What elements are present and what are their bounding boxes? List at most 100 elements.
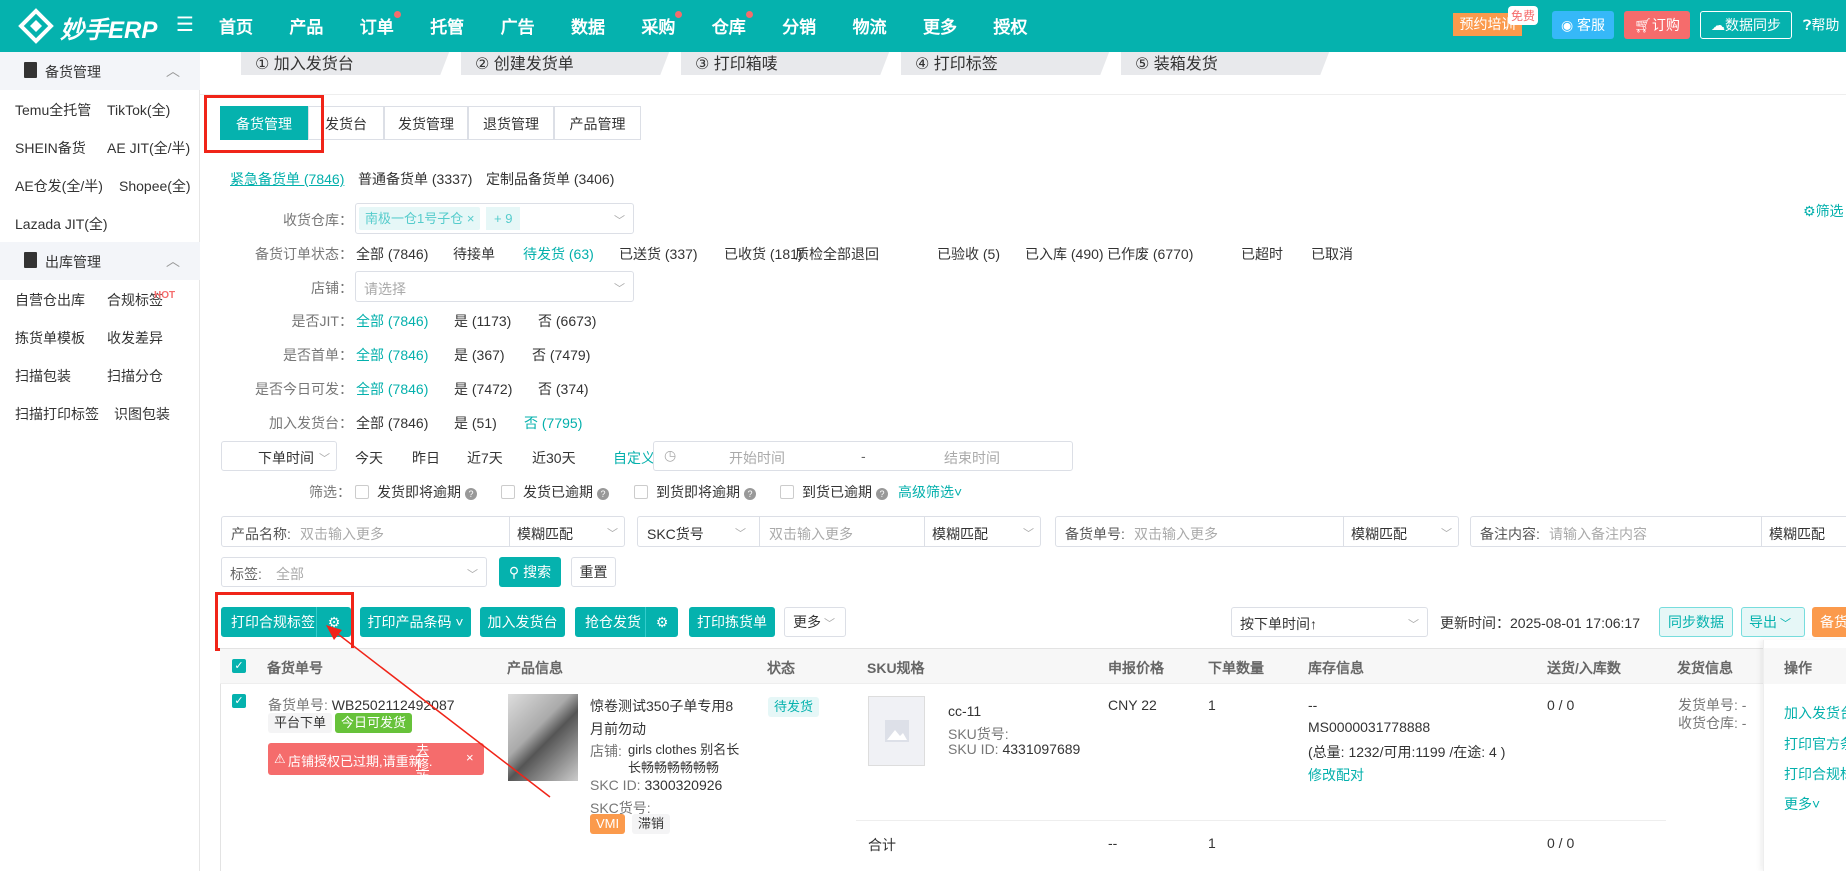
order-type-normal[interactable]: 普通备货单 (3337) xyxy=(358,169,472,189)
search-field[interactable]: 产品名称: 双击输入更多 模糊匹配 ﹀ xyxy=(221,516,625,547)
checkbox[interactable] xyxy=(355,485,369,499)
order-type-custom[interactable]: 定制品备货单 (3406) xyxy=(486,169,614,189)
filter-option-desk[interactable]: 是 (51) xyxy=(454,413,497,433)
match-select[interactable]: 模糊匹配 xyxy=(1769,524,1825,544)
filter-option-jit[interactable]: 全部 (7846) xyxy=(356,311,428,331)
nav-item[interactable]: 广告 xyxy=(501,13,535,38)
order-button[interactable]: 🛒︎订购 xyxy=(1624,11,1690,39)
screen-option[interactable]: 发货即将逾期? xyxy=(355,482,477,502)
sidebar-item[interactable]: Temu全托管 xyxy=(15,100,91,120)
nav-item[interactable]: 更多 xyxy=(923,13,957,38)
product-image[interactable] xyxy=(508,694,578,781)
tab-3[interactable]: 退货管理 xyxy=(468,106,554,140)
shop-select[interactable]: 请选择 ﹀ xyxy=(355,271,634,302)
stock-button[interactable]: 备货 xyxy=(1812,607,1846,637)
filter-option-first[interactable]: 全部 (7846) xyxy=(356,345,428,365)
reset-button[interactable]: 重置 xyxy=(571,557,616,587)
date-range-input[interactable]: ◷ 开始时间 - 结束时间 xyxy=(653,441,1073,471)
logo-text[interactable]: 妙手ERP xyxy=(60,10,157,45)
date-type-select[interactable]: 下单时间 ﹀ xyxy=(221,441,337,471)
row-checkbox[interactable]: ✓ xyxy=(232,694,246,708)
print-pick-button[interactable]: 打印拣货单 xyxy=(689,607,775,637)
screen-option[interactable]: 发货已逾期? xyxy=(501,482,609,502)
sidebar-item[interactable]: SHEIN备货 xyxy=(15,138,86,158)
filter-option-status[interactable]: 待发货 (63) xyxy=(523,244,594,264)
filter-option-status[interactable]: 已送货 (337) xyxy=(619,244,698,264)
filter-option-jit[interactable]: 否 (6673) xyxy=(538,311,596,331)
date-option[interactable]: 近30天 xyxy=(532,448,576,468)
gear-icon[interactable]: ⚙ xyxy=(645,607,678,637)
more-actions[interactable]: 更多˅ xyxy=(1784,794,1820,814)
sidebar-item[interactable]: AE仓发(全/半) xyxy=(15,176,103,196)
search-button[interactable]: ⚲ 搜索 xyxy=(499,557,561,587)
checkbox[interactable] xyxy=(501,485,515,499)
filter-option-desk[interactable]: 全部 (7846) xyxy=(356,413,428,433)
match-select[interactable]: 模糊匹配 xyxy=(517,524,573,544)
filter-settings-link[interactable]: ⚙筛选 xyxy=(1803,201,1844,221)
export-button[interactable]: 导出 ﹀ xyxy=(1741,607,1805,637)
filter-option-status[interactable]: 已作废 (6770) xyxy=(1107,244,1193,264)
nav-item[interactable]: 采购 xyxy=(641,11,683,38)
nav-item[interactable]: 托管 xyxy=(430,13,464,38)
edit-pairing-link[interactable]: 修改配对 xyxy=(1308,765,1364,785)
nav-item[interactable]: 首页 xyxy=(219,13,253,38)
data-sync-button[interactable]: ☁数据同步 xyxy=(1700,11,1792,39)
sidebar-item[interactable]: 拣货单模板 xyxy=(15,328,85,348)
filter-option-status[interactable]: 全部 (7846) xyxy=(356,244,428,264)
checkbox[interactable] xyxy=(780,485,794,499)
search-field-input[interactable]: 双击输入更多 xyxy=(1134,524,1218,544)
date-option[interactable]: 今天 xyxy=(355,448,383,468)
print-compliance-action[interactable]: 打印合规标 xyxy=(1784,764,1846,784)
more-button[interactable]: 更多 ﹀ xyxy=(784,607,846,637)
filter-option-desk[interactable]: 否 (7795) xyxy=(524,413,582,433)
date-option[interactable]: 近7天 xyxy=(467,448,503,468)
filter-option-status[interactable]: 已验收 (5) xyxy=(937,244,1000,264)
service-button[interactable]: ◉ 客服 xyxy=(1552,11,1614,39)
sidebar-group-1[interactable]: 出库管理 ︿ xyxy=(0,242,200,280)
filter-option-status[interactable]: 已收货 (181) xyxy=(724,244,803,264)
print-official-action[interactable]: 打印官方条 xyxy=(1784,734,1846,754)
fix-link[interactable]: 去修改 xyxy=(416,744,440,786)
sidebar-item[interactable]: 扫描包装 xyxy=(15,366,71,386)
sidebar-item[interactable]: 识图包装 xyxy=(114,404,170,424)
sidebar-item[interactable]: 扫描打印标签 xyxy=(15,404,99,424)
skc-field-select[interactable]: SKC货号 xyxy=(647,524,704,544)
sidebar-item[interactable]: 收发差异 xyxy=(107,328,163,348)
filter-option-status[interactable]: 已超时 xyxy=(1241,244,1283,264)
search-field-input[interactable]: 双击输入更多 xyxy=(300,524,384,544)
sidebar-group-0[interactable]: 备货管理 ︿ xyxy=(0,52,200,90)
search-field-input[interactable]: 请输入备注内容 xyxy=(1549,524,1647,544)
menu-toggle-icon[interactable]: ☰ xyxy=(176,12,194,37)
add-to-desk-button[interactable]: 加入发货台 xyxy=(480,607,565,637)
nav-item[interactable]: 物流 xyxy=(853,13,887,38)
nav-item[interactable]: 产品 xyxy=(289,13,323,38)
sidebar-item[interactable]: 扫描分仓 xyxy=(107,366,163,386)
filter-option-status[interactable]: 已取消 xyxy=(1311,244,1353,264)
sidebar-item[interactable]: 自营仓出库 xyxy=(15,290,85,310)
filter-option-first[interactable]: 否 (7479) xyxy=(532,345,590,365)
select-all-checkbox[interactable]: ✓ xyxy=(232,659,246,673)
nav-item[interactable]: 仓库 xyxy=(712,11,753,38)
close-icon[interactable]: × xyxy=(467,211,475,226)
screen-option[interactable]: 到货已逾期? xyxy=(780,482,888,502)
sidebar-item[interactable]: TikTok(全) xyxy=(107,100,170,120)
tab-2[interactable]: 发货管理 xyxy=(384,106,468,140)
grab-ship-button[interactable]: 抢仓发货 ⚙ xyxy=(575,607,678,637)
close-icon[interactable]: × xyxy=(466,750,474,765)
advanced-filter-link[interactable]: 高级筛选˅ xyxy=(898,482,962,502)
print-barcode-button[interactable]: 打印产品条码 ˅ xyxy=(360,607,471,637)
search-field[interactable]: 备注内容:请输入备注内容模糊匹配﹀ xyxy=(1470,516,1846,547)
skc-search-field[interactable]: SKC货号 ﹀ 双击输入更多 模糊匹配 ﹀ xyxy=(637,516,1041,547)
match-select[interactable]: 模糊匹配 xyxy=(1351,524,1407,544)
skc-input[interactable]: 双击输入更多 xyxy=(769,524,853,544)
sort-select[interactable]: 按下单时间↑ ﹀ xyxy=(1231,607,1428,637)
product-title[interactable]: 惊卷测试350子单专用8月前勿动 xyxy=(590,695,740,741)
filter-option-today[interactable]: 是 (7472) xyxy=(454,379,512,399)
date-option[interactable]: 自定义 xyxy=(613,448,655,468)
checkbox[interactable] xyxy=(634,485,648,499)
filter-option-status[interactable]: 已入库 (490) xyxy=(1025,244,1104,264)
sidebar-item[interactable]: Shopee(全) xyxy=(119,176,191,196)
nav-item[interactable]: 授权 xyxy=(993,13,1027,38)
filter-option-today[interactable]: 全部 (7846) xyxy=(356,379,428,399)
filter-option-status[interactable]: 质检全部退回 xyxy=(795,244,879,264)
